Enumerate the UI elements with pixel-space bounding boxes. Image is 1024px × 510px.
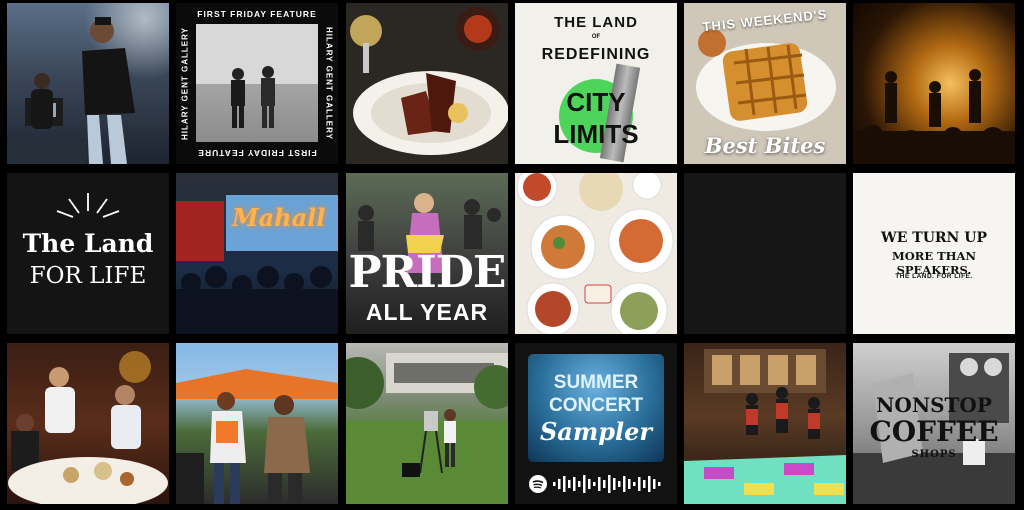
crowd-silhouettes: [176, 266, 338, 334]
tile-redefining-city-limits[interactable]: THE LAND OF REDEFINING CITY LIMITS: [515, 3, 677, 164]
tile-performer-on-stage[interactable]: [7, 3, 169, 164]
city-limits-of: OF: [591, 34, 601, 40]
ribs-plate: [350, 7, 508, 155]
gallery-left-label: HILARY GENT GALLERY: [180, 27, 190, 140]
city-limits-line3: CITY: [566, 87, 626, 117]
performer-figure: [7, 17, 135, 164]
land-for-life-line2: FOR LIFE: [29, 263, 147, 289]
tile-painter-lawn[interactable]: [346, 343, 508, 504]
diners-scene: [8, 351, 168, 504]
best-bites-script: Best Bites: [704, 133, 826, 158]
first-friday-top-label: FIRST FRIDAY FEATURE: [197, 9, 317, 19]
spotify-icon[interactable]: [529, 475, 547, 493]
pride-line1: PRIDE: [348, 247, 507, 298]
food-spread-plates: [516, 173, 674, 334]
coffee-line3: SHOPS: [911, 449, 957, 460]
summer-line1: SUMMER: [553, 372, 639, 393]
city-limits-line4: LIMITS: [553, 119, 639, 149]
gallery-right-label: HILARY GENT GALLERY: [324, 27, 334, 140]
tile-restaurant-diners[interactable]: [7, 343, 169, 504]
tile-nonstop-coffee[interactable]: NONSTOP COFFEE SHOPS: [853, 343, 1015, 504]
tile-summer-concert-sampler[interactable]: SUMMER CONCERT Sampler: [515, 343, 677, 504]
spotify-code[interactable]: [553, 474, 663, 494]
tile-the-land-for-life[interactable]: The Land FOR LIFE: [7, 173, 169, 334]
pride-line2: ALL YEAR: [365, 299, 489, 325]
performers-tent: [176, 369, 338, 504]
speakers-tagline: THE LAND. FOR LIFE.: [895, 273, 973, 280]
tile-more-than-speakers[interactable]: WE TURN UP MORE THAN SPEAKERS. THE LAND.…: [853, 173, 1015, 334]
land-for-life-line1: The Land: [22, 229, 154, 258]
tile-ribs-dish[interactable]: [346, 3, 508, 164]
tile-concert-band[interactable]: [853, 3, 1015, 164]
tile-weekend-best-bites[interactable]: THIS WEEKEND'S Best Bites: [684, 3, 846, 164]
tile-food-spread[interactable]: [515, 173, 677, 334]
dance-floor-scene: [684, 349, 846, 504]
speakers-line1: WE TURN UP: [881, 230, 987, 246]
city-limits-line2: REDEFINING: [541, 46, 651, 63]
tile-outdoor-performers[interactable]: [176, 343, 338, 504]
photo-grid: FIRST FRIDAY FEATURE FIRST FRIDAY FEATUR…: [0, 0, 1024, 510]
summer-line2: CONCERT: [549, 395, 643, 416]
tile-dance-floor[interactable]: [684, 343, 846, 504]
tile-pride-all-year[interactable]: PRIDE ALL YEAR: [346, 173, 508, 334]
summer-line3: Sampler: [539, 417, 653, 446]
tile-first-friday-feature[interactable]: FIRST FRIDAY FEATURE FIRST FRIDAY FEATUR…: [176, 3, 338, 164]
lawn-scene: [346, 353, 508, 504]
tile-mahall-venue[interactable]: Mahall: [176, 173, 338, 334]
gallery-photo: [196, 24, 318, 142]
city-limits-line1: THE LAND: [554, 14, 638, 31]
band-silhouettes: [853, 69, 1015, 164]
tile-blank[interactable]: [684, 173, 846, 334]
gallery-figures: [196, 24, 318, 128]
coffee-line1: NONSTOP: [876, 393, 992, 417]
coffee-line2: COFFEE: [869, 415, 999, 448]
first-friday-bottom-label: FIRST FRIDAY FEATURE: [197, 148, 317, 158]
